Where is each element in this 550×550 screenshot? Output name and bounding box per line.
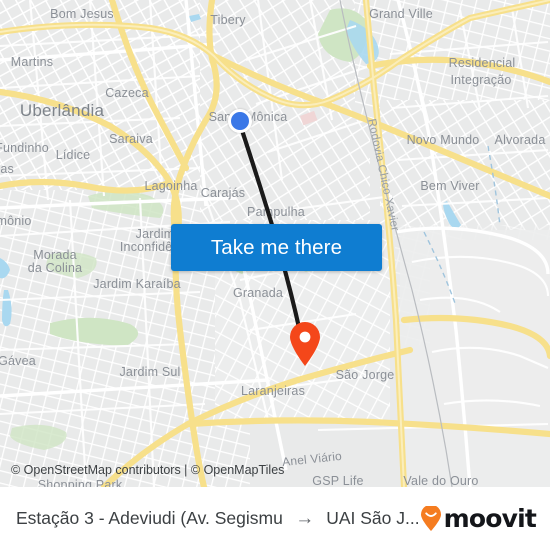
origin-dot[interactable] [228,109,252,133]
moovit-trip-screen: Bom Jesus Tibery Grand Ville Martins Residen… [0,0,550,550]
arrow-right-icon: → [295,508,315,529]
moovit-brand[interactable]: moovit [420,504,537,533]
map-attribution: © OpenStreetMap contributors | © OpenMap… [11,463,285,477]
take-me-there-button[interactable]: Take me there [171,224,382,271]
destination-label: UAI São J... [326,508,420,528]
map-view[interactable]: Bom Jesus Tibery Grand Ville Martins Residen… [0,0,550,487]
moovit-pin-icon [420,505,441,531]
trip-footer: Estação 3 - Adeviudi (Av. Segismund... →… [0,487,550,550]
origin-station-label: Estação 3 - Adeviudi (Av. Segismund... [16,508,283,528]
destination-pin[interactable] [288,321,322,372]
moovit-wordmark: moovit [443,504,537,533]
destination-pin-icon [290,322,320,366]
